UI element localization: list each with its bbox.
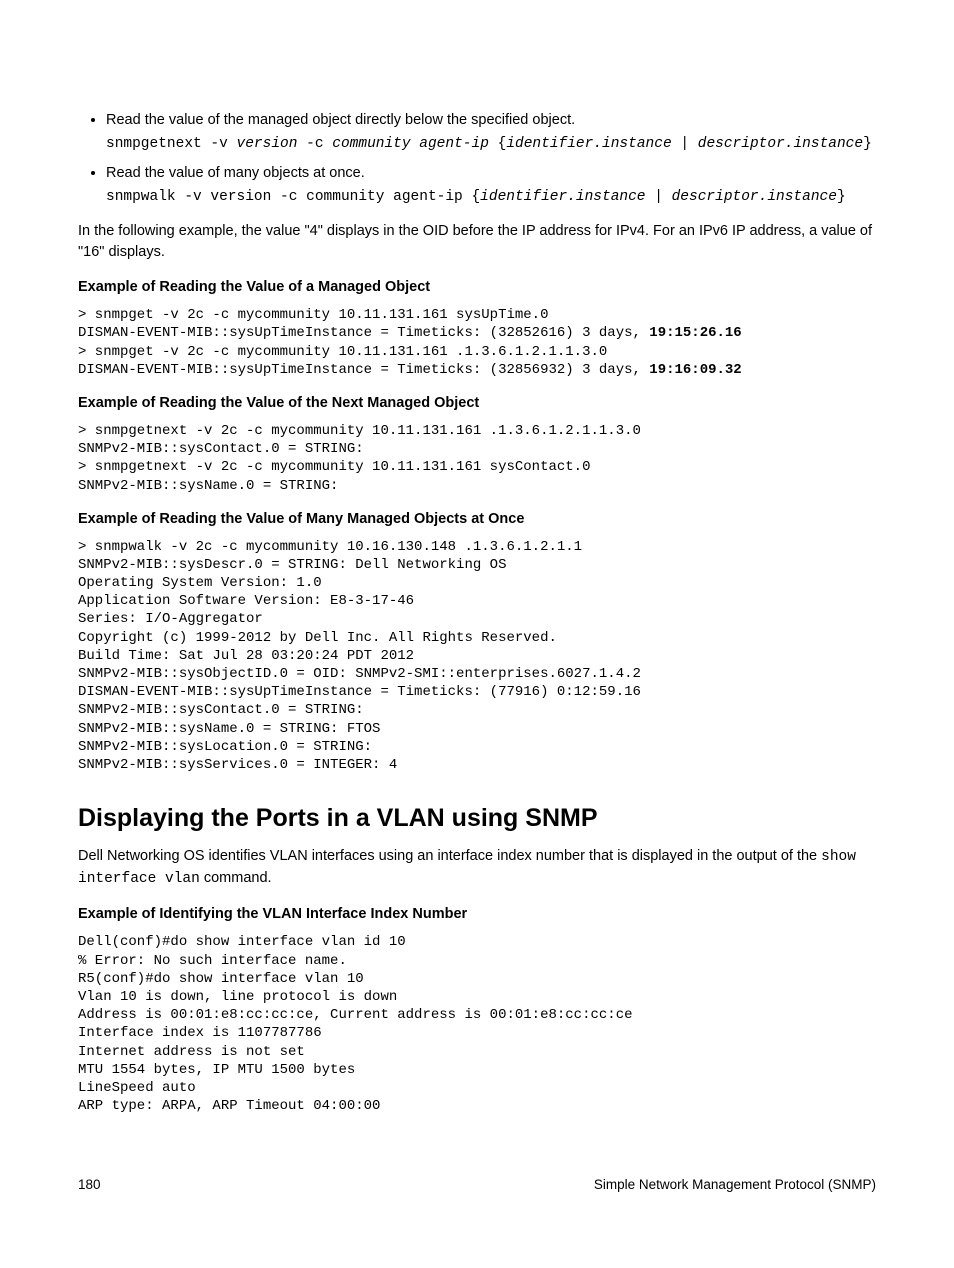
- syntax-line-2: snmpwalk -v version -c community agent-i…: [106, 188, 876, 208]
- example-3-title: Example of Reading the Value of Many Man…: [78, 509, 876, 530]
- bullet-text-1: Read the value of the managed object dir…: [106, 112, 575, 128]
- footer-label: Simple Network Management Protocol (SNMP…: [594, 1175, 876, 1195]
- example-4-code: Dell(conf)#do show interface vlan id 10 …: [78, 933, 876, 1115]
- bullet-item-2: Read the value of many objects at once. …: [106, 163, 876, 208]
- syntax-line-1: snmpgetnext -v version -c community agen…: [106, 135, 876, 155]
- body-paragraph-2: Dell Networking OS identifies VLAN inter…: [78, 846, 876, 890]
- bullet-text-2: Read the value of many objects at once.: [106, 165, 365, 181]
- body-paragraph-1: In the following example, the value "4" …: [78, 221, 876, 263]
- example-2-title: Example of Reading the Value of the Next…: [78, 393, 876, 414]
- bullet-item-1: Read the value of the managed object dir…: [106, 110, 876, 155]
- example-1-title: Example of Reading the Value of a Manage…: [78, 277, 876, 298]
- section-heading: Displaying the Ports in a VLAN using SNM…: [78, 800, 876, 836]
- example-4-title: Example of Identifying the VLAN Interfac…: [78, 904, 876, 925]
- example-2-code: > snmpgetnext -v 2c -c mycommunity 10.11…: [78, 422, 876, 495]
- footer-page-number: 180: [78, 1175, 101, 1195]
- example-3-code: > snmpwalk -v 2c -c mycommunity 10.16.13…: [78, 538, 876, 774]
- page-footer: 180 Simple Network Management Protocol (…: [78, 1175, 876, 1195]
- bullet-list: Read the value of the managed object dir…: [78, 110, 876, 207]
- example-1-code: > snmpget -v 2c -c mycommunity 10.11.131…: [78, 306, 876, 379]
